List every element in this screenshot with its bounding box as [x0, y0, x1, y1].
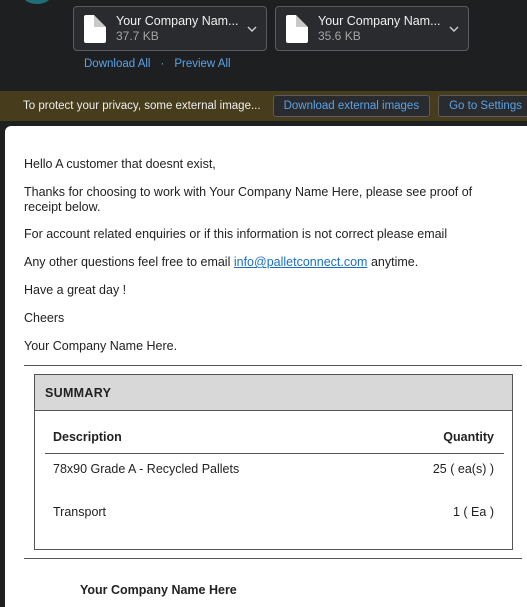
questions-prefix: Any other questions feel free to email	[24, 255, 231, 269]
thanks-text: Thanks for choosing to work with Your Co…	[24, 185, 473, 214]
questions-line: Any other questions feel free to email i…	[24, 255, 418, 270]
chevron-down-icon[interactable]	[246, 23, 258, 35]
signature-text: Your Company Name Here.	[24, 339, 178, 353]
have-a-great-day-text: Have a great day !	[24, 283, 127, 297]
account-enquiries-text: For account related enquiries or if this…	[24, 227, 448, 241]
file-icon	[84, 14, 106, 43]
divider	[24, 365, 522, 366]
email-body: Hello A customer that doesnt exist, Than…	[5, 126, 527, 607]
summary-title: SUMMARY	[45, 385, 112, 400]
column-description: Description	[53, 430, 122, 444]
preview-all-link[interactable]: Preview All	[174, 58, 230, 70]
table-header-row: Description Quantity	[53, 430, 494, 444]
separator-dot: ·	[160, 58, 165, 70]
chevron-down-icon[interactable]	[448, 23, 460, 35]
summary-table: SUMMARY Description Quantity 78x90 Grade…	[34, 374, 513, 550]
row-quantity: 25 ( ea(s) )	[432, 462, 494, 476]
cheers-text: Cheers	[24, 311, 65, 325]
row-quantity: 1 ( Ea )	[453, 505, 494, 519]
file-icon	[286, 14, 308, 43]
attachment-card-1[interactable]: Your Company Nam... 37.7 KB	[73, 6, 267, 51]
attachment-name: Your Company Nam...	[318, 13, 441, 28]
download-all-link[interactable]: Download All	[84, 58, 150, 70]
download-external-images-button[interactable]: Download external images	[272, 95, 431, 117]
email-link[interactable]: info@palletconnect.com	[234, 255, 368, 269]
attachment-list: Your Company Nam... 37.7 KB Your Company…	[73, 6, 469, 51]
row-description: 78x90 Grade A - Recycled Pallets	[53, 462, 240, 476]
table-row: Transport 1 ( Ea )	[53, 505, 494, 519]
divider	[24, 558, 522, 559]
attachment-size: 35.6 KB	[318, 28, 361, 43]
privacy-message: To protect your privacy, some external i…	[23, 100, 261, 112]
attachment-name: Your Company Nam...	[116, 13, 239, 28]
summary-header: SUMMARY	[35, 375, 512, 411]
footer-company-name: Your Company Name Here	[80, 583, 237, 597]
column-quantity: Quantity	[443, 430, 494, 444]
go-to-settings-button[interactable]: Go to Settings	[438, 95, 527, 117]
attachment-actions: Download All · Preview All	[84, 58, 231, 70]
divider	[45, 453, 504, 454]
avatar	[22, 0, 52, 4]
attachment-card-2[interactable]: Your Company Nam... 35.6 KB	[275, 6, 469, 51]
privacy-banner: To protect your privacy, some external i…	[0, 91, 527, 121]
row-description: Transport	[53, 505, 107, 519]
greeting-text: Hello A customer that doesnt exist,	[24, 157, 216, 171]
questions-suffix: anytime.	[370, 255, 419, 269]
table-row: 78x90 Grade A - Recycled Pallets 25 ( ea…	[53, 462, 494, 476]
attachment-size: 37.7 KB	[116, 28, 159, 43]
